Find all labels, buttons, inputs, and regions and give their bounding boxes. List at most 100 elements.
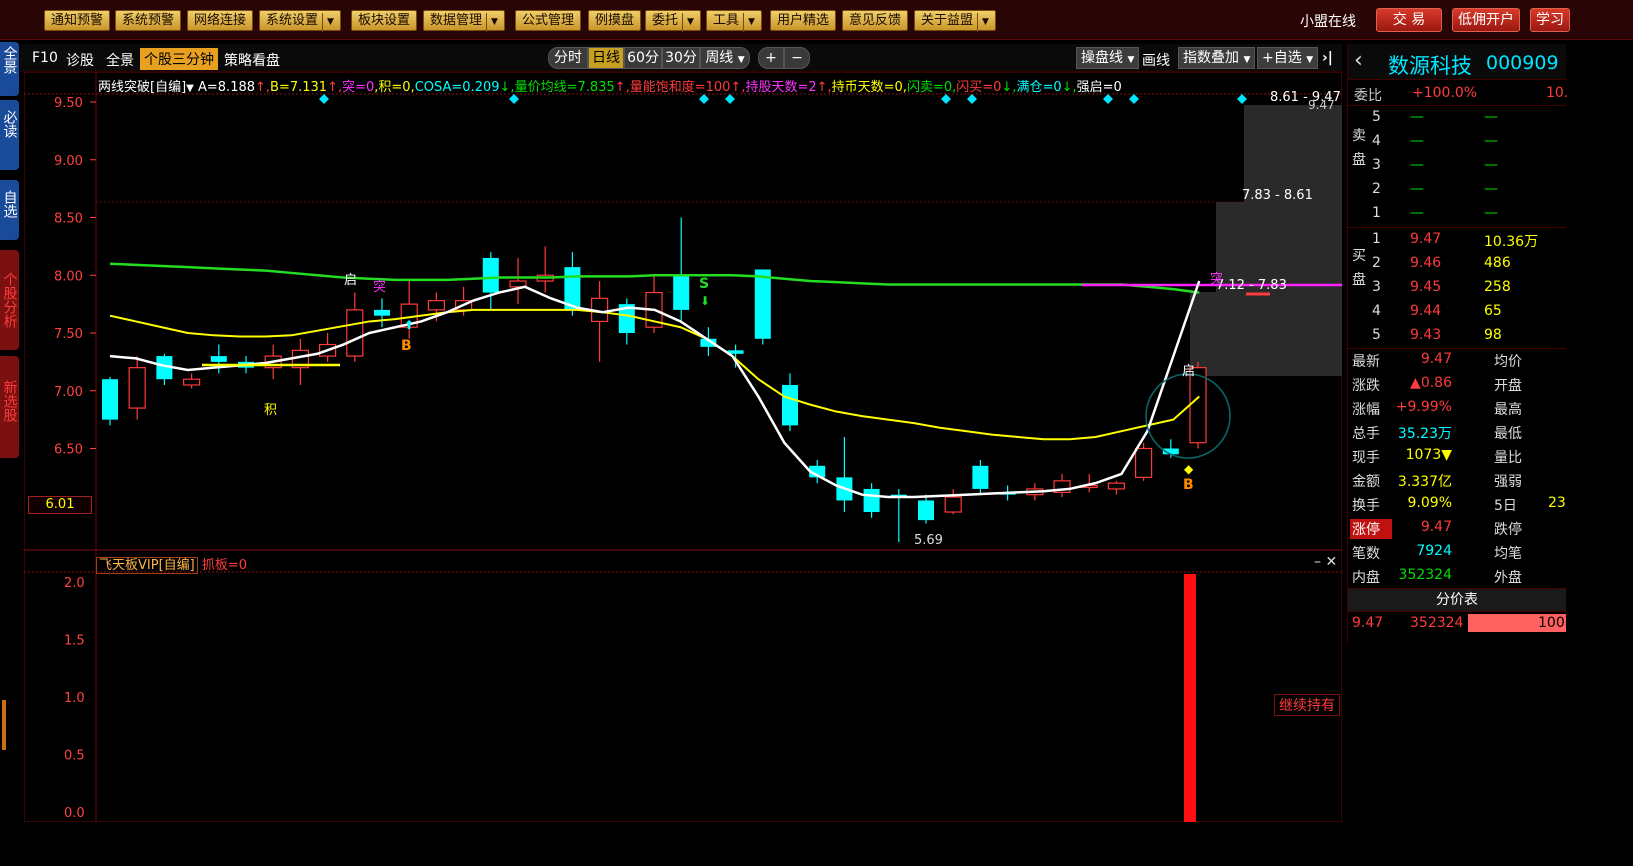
tab-must-read[interactable]: 必读 — [0, 100, 19, 170]
draw-line-button[interactable]: 画线 — [1142, 50, 1170, 70]
y-tick-label: 7.50 — [54, 327, 83, 342]
menu-sector-settings[interactable]: 板块设置 — [351, 10, 418, 31]
stock-code: 000909 — [1486, 52, 1559, 74]
candle-body — [944, 496, 962, 513]
dist-percent: 100 — [1538, 615, 1565, 631]
tab-panorama[interactable]: 全景 — [0, 42, 19, 96]
menu-system-alert[interactable]: 系统预警 — [115, 10, 182, 31]
level-price: 9.43 — [1410, 327, 1442, 343]
formula-part: ↑, — [327, 80, 343, 95]
start-mark: 启 — [344, 273, 358, 288]
subchart-close-icon[interactable]: – ✕ — [1314, 554, 1337, 570]
index-overlay-menu[interactable]: 指数叠加 ▼ — [1178, 47, 1256, 69]
candle-body — [427, 300, 445, 311]
sell-side-label: 卖盘 — [1352, 128, 1366, 168]
buy-level-row: 3 9.45 258 — [1348, 276, 1566, 300]
menu-notify-alert[interactable]: 通知预警 — [44, 10, 111, 31]
down-arrow-icon: ⬇ — [700, 294, 711, 308]
accumulate-mark: 积 — [264, 403, 278, 418]
tab-stock-analysis[interactable]: 个股分析 — [0, 250, 19, 350]
stat-value: ▲0.86 — [1410, 375, 1452, 391]
menu-system-settings[interactable]: 系统设置 ▼ — [259, 10, 341, 32]
menu-data-management[interactable]: 数据管理 ▼ — [423, 10, 505, 32]
candle-body — [918, 500, 934, 521]
candle-body — [972, 465, 989, 489]
candle-body — [1107, 482, 1126, 490]
trade-button[interactable]: 交 易 — [1376, 8, 1442, 32]
dist-price: 9.47 — [1352, 615, 1384, 631]
breakout-mark: 突 — [373, 280, 387, 295]
period-60min[interactable]: 60分 — [624, 47, 662, 69]
level-price: — — [1410, 205, 1424, 221]
add-favorite-menu[interactable]: +自选 ▼ — [1257, 47, 1319, 69]
level-volume: 486 — [1484, 255, 1511, 271]
period-daily[interactable]: 日线 — [588, 47, 624, 69]
menu-user-picks[interactable]: 用户精选 — [770, 10, 837, 31]
zone-low-label: 7.12 - 7.83 — [1216, 278, 1287, 293]
tab-favorites[interactable]: 自选 — [0, 180, 19, 240]
candle-body — [754, 269, 771, 339]
formula-name[interactable]: 两线突破[自编] — [98, 80, 186, 95]
level-number: 3 — [1372, 157, 1381, 173]
formula-part: 持股天数=2 — [745, 80, 817, 95]
level-number: 5 — [1372, 327, 1381, 343]
level-price: — — [1410, 109, 1424, 125]
sell-mark: S — [699, 276, 710, 292]
low-price-label: 5.69 — [914, 533, 943, 548]
start-mark: 启 — [1182, 364, 1196, 379]
level-volume: — — [1484, 205, 1498, 221]
diagnose-button[interactable]: 诊股 — [66, 50, 94, 70]
trading-line-menu[interactable]: 操盘线 ▼ — [1076, 47, 1140, 69]
sell-level-row: 3 — — — [1348, 154, 1566, 178]
y-tick-label: 8.50 — [54, 212, 83, 227]
subchart-formula-name[interactable]: 飞天板VIP[自编] — [96, 557, 198, 574]
level-volume: — — [1484, 109, 1498, 125]
level-volume: — — [1484, 157, 1498, 173]
zoom-in-button[interactable]: + — [758, 47, 784, 69]
level-number: 4 — [1372, 133, 1381, 149]
three-minute-button[interactable]: 个股三分钟 — [140, 48, 218, 70]
buy-mark: B — [401, 338, 412, 354]
level-number: 1 — [1372, 205, 1381, 221]
weibi-extra: 10. — [1546, 85, 1569, 101]
tab-new-stock-pick[interactable]: 新选股 — [0, 356, 19, 458]
zoom-out-button[interactable]: − — [784, 47, 810, 69]
kline-chart[interactable]: 9.50 9.00 8.50 8.00 7.50 7.00 6.50 2.0 1.5 1.0 0.… — [24, 72, 1342, 822]
breakout-mark: 突 — [1210, 272, 1224, 287]
period-30min[interactable]: 30分 — [662, 47, 700, 69]
back-icon[interactable]: ‹ — [1354, 48, 1363, 73]
period-weekly[interactable]: 周线 ▼ — [700, 47, 750, 69]
menu-about[interactable]: 关于益盟 ▼ — [914, 10, 996, 32]
dropdown-arrow-icon: ▼ — [977, 13, 989, 32]
learn-button[interactable]: 学习 — [1530, 8, 1570, 32]
period-intraday[interactable]: 分时 — [548, 47, 588, 69]
menu-network[interactable]: 网络连接 — [187, 10, 254, 31]
stat-label-2: 开盘 — [1494, 378, 1522, 394]
formula-readout: 两线突破[自编]▼ A=8.188↑,B=7.131↑,突=0,积=0,COSA… — [98, 76, 1122, 95]
panorama-button[interactable]: 全景 — [106, 50, 134, 70]
stat-value: +9.99% — [1395, 399, 1452, 415]
menu-formula-management[interactable]: 公式管理 — [515, 10, 582, 31]
menu-practice[interactable]: 例摸盘 — [588, 10, 642, 31]
open-account-button[interactable]: 低佣开户 — [1452, 8, 1520, 32]
price-distribution-header[interactable]: 分价表 — [1348, 588, 1566, 612]
y-tick-label: 7.00 — [54, 385, 83, 400]
quote-panel: ‹ 数源科技 000909 委比 +100.0% 10. 5 — — 4 — — 3 — — 2 —… — [1347, 44, 1569, 644]
stat-label-2: 最低 — [1494, 426, 1522, 442]
collapse-panel-icon[interactable]: ›| — [1322, 50, 1333, 66]
formula-part: B=7.131 — [270, 80, 328, 95]
formula-part: ,积=0, — [374, 80, 415, 95]
menu-tools[interactable]: 工具 ▼ — [706, 10, 762, 32]
stat-label-2: 最高 — [1494, 402, 1522, 418]
f10-button[interactable]: F10 — [32, 50, 58, 66]
sell-level-row: 4 — — — [1348, 130, 1566, 154]
menu-feedback[interactable]: 意见反馈 — [842, 10, 909, 31]
stat-label-2: 5日 — [1494, 498, 1517, 514]
menu-entrust[interactable]: 委托 ▼ — [645, 10, 701, 32]
strategy-button[interactable]: 策略看盘 — [224, 50, 280, 70]
price-distribution-row: 9.47 352324 100 — [1348, 612, 1566, 636]
current-value-box: 6.01 — [28, 496, 92, 514]
subchart-value: 抓板=0 — [201, 558, 248, 573]
scroll-indicator[interactable] — [2, 700, 6, 750]
stat-value: 9.47 — [1420, 519, 1452, 535]
